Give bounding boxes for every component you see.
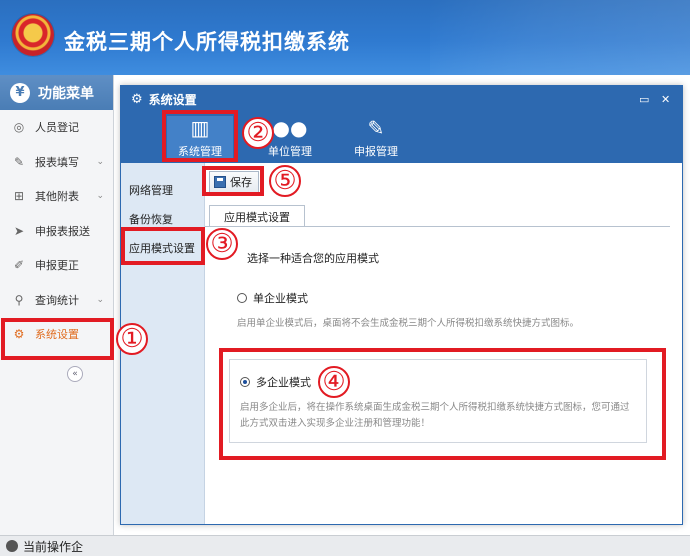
annotation-callout-3: ③ <box>206 228 238 260</box>
function-menu: ¥ 功能菜单 ◎ 人员登记 ✎ 报表填写 ⌄ ⊞ 其他附表 ⌄ ➤ 申报表报送 ✐ 申报更正 ⚲ 查询统计… <box>0 75 114 535</box>
menu-list: ◎ 人员登记 ✎ 报表填写 ⌄ ⊞ 其他附表 ⌄ ➤ 申报表报送 ✐ 申报更正 ⚲ 查询统计 ⌄ ⚙ 系统设置 <box>0 110 113 352</box>
annotation-box-3 <box>121 227 205 265</box>
sidebar-item-2[interactable]: ⊞ 其他附表 ⌄ <box>0 179 113 214</box>
sidebar-item-1[interactable]: ✎ 报表填写 ⌄ <box>0 145 113 180</box>
annotation-callout-5: ⑤ <box>269 165 301 197</box>
annotation-callout-1: ① <box>116 323 148 355</box>
sidebar-item-0[interactable]: ◎ 人员登记 <box>0 110 113 145</box>
annotation-callout-2: ② <box>242 117 274 149</box>
sidebar-item-label: 申报表报送 <box>35 224 90 238</box>
dialog-titlebar: ⚙ 系统设置 <box>121 86 682 113</box>
dialog-title: 系统设置 <box>148 93 197 107</box>
status-bar: 当前操作企 <box>0 535 690 556</box>
single-mode-option: 单企业模式 启用单企业模式后，桌面将不会生成金税三期个人所得税扣缴系统快捷方式图… <box>237 290 647 332</box>
gear-icon: ⚙ <box>131 92 143 107</box>
sidebar-item-label: 报表填写 <box>35 155 79 169</box>
mode-prompt: 选择一种适合您的应用模式 <box>247 252 379 265</box>
annotation-box-5 <box>202 166 264 196</box>
yen-icon: ¥ <box>10 82 30 103</box>
edit-icon: ✎ <box>13 154 25 169</box>
send-icon: ➤ <box>13 223 25 238</box>
sidebar-item-3[interactable]: ➤ 申报表报送 <box>0 214 113 249</box>
annotation-box-4 <box>219 348 666 460</box>
annotation-callout-4: ④ <box>318 366 350 398</box>
tool-label: 申报管理 <box>354 145 398 158</box>
tool-declaration-management[interactable]: ✎ 申报管理 <box>343 116 409 162</box>
grid-icon: ⊞ <box>13 189 25 204</box>
search-icon: ⚲ <box>14 292 24 307</box>
nav-item-network[interactable]: 网络管理 <box>121 175 204 204</box>
person-icon: ◎ <box>13 120 25 135</box>
header-decoration <box>430 0 690 75</box>
collapse-menu-button[interactable]: « <box>67 366 83 382</box>
pen-icon: ✐ <box>13 258 25 273</box>
dialog-body: 网络管理 备份恢复 应用模式设置 保存 应用模式设置 选择一种适合您的应用模式 … <box>121 163 682 524</box>
status-text: 当前操作企 <box>23 539 84 554</box>
sidebar-item-5[interactable]: ⚲ 查询统计 ⌄ <box>0 283 113 318</box>
restore-icon[interactable]: ▭ <box>639 93 649 106</box>
chevron-down-icon: ⌄ <box>96 191 104 201</box>
menu-header: ¥ 功能菜单 <box>0 75 113 110</box>
single-mode-radio[interactable] <box>237 293 247 303</box>
annotation-box-1 <box>1 318 114 360</box>
sidebar-item-label: 人员登记 <box>35 121 79 135</box>
sidebar-item-4[interactable]: ✐ 申报更正 <box>0 248 113 283</box>
sidebar-item-label: 其他附表 <box>35 190 79 204</box>
menu-header-label: 功能菜单 <box>38 85 94 102</box>
chevron-down-icon: ⌄ <box>96 156 104 167</box>
app-header: 金税三期个人所得税扣缴系统 <box>0 0 690 75</box>
user-icon <box>6 540 18 552</box>
tab-app-mode[interactable]: 应用模式设置 <box>209 205 305 227</box>
report-icon: ✎ <box>367 116 385 140</box>
single-mode-desc: 启用单企业模式后，桌面将不会生成金税三期个人所得税扣缴系统快捷方式图标。 <box>237 318 580 329</box>
tax-emblem-icon <box>12 14 54 56</box>
single-mode-radio-row[interactable]: 单企业模式 <box>237 290 647 306</box>
single-mode-label: 单企业模式 <box>253 292 308 305</box>
annotation-box-2 <box>162 110 238 162</box>
sidebar-item-label: 申报更正 <box>35 259 79 273</box>
sidebar-item-label: 查询统计 <box>35 293 79 307</box>
app-title: 金税三期个人所得税扣缴系统 <box>64 30 350 54</box>
chevron-down-icon: ⌄ <box>96 294 104 305</box>
tool-label: 单位管理 <box>268 145 312 158</box>
close-icon[interactable]: ✕ <box>661 93 670 106</box>
